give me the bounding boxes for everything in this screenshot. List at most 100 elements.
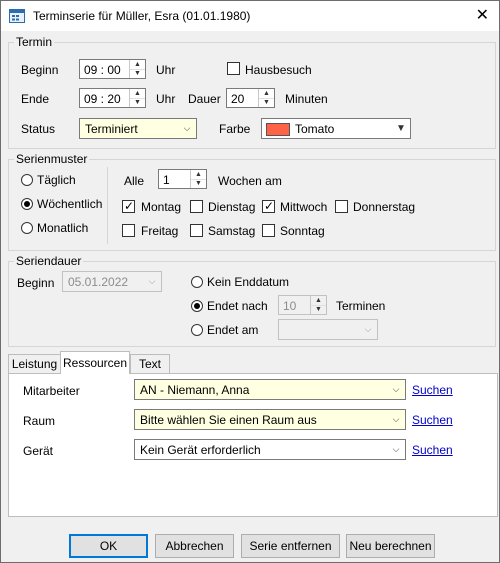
chevron-down-icon[interactable]: ▼ — [392, 119, 410, 138]
dienstag-checkbox[interactable] — [190, 200, 203, 213]
chevron-down-icon[interactable]: ⌵ — [359, 320, 377, 339]
chevron-down-icon[interactable]: ⌵ — [387, 440, 405, 459]
ende-unit: Uhr — [156, 92, 176, 106]
chevron-down-icon[interactable]: ⌵ — [143, 272, 161, 291]
spin-down-icon[interactable]: ▼ — [191, 179, 206, 188]
ok-button[interactable]: OK — [69, 534, 148, 558]
checkmark-icon: ✓ — [264, 199, 275, 213]
farbe-value: Tomato — [295, 122, 335, 136]
kein-enddatum-radio[interactable] — [191, 276, 203, 288]
status-value: Terminiert — [85, 122, 138, 136]
geraet-suchen-link[interactable]: Suchen — [412, 443, 453, 457]
status-label: Status — [21, 122, 56, 136]
beginn-unit: Uhr — [156, 63, 176, 77]
woechentlich-radio[interactable] — [21, 198, 33, 210]
freitag-label: Freitag — [141, 224, 179, 238]
seriendauer-legend: Seriendauer — [14, 254, 84, 268]
dauer-label: Dauer — [188, 92, 221, 106]
woechentlich-label: Wöchentlich — [37, 197, 103, 211]
farbe-swatch — [266, 123, 290, 136]
serie-entfernen-button[interactable]: Serie entfernen — [241, 534, 340, 558]
endet-nach-input[interactable]: 10 ▲ ▼ — [278, 295, 327, 315]
tab-text[interactable]: Text — [130, 354, 170, 374]
taeglich-label: Täglich — [37, 173, 76, 187]
ende-spinner[interactable]: ▲ ▼ — [129, 89, 145, 107]
monatlich-label: Monatlich — [37, 221, 89, 235]
dauer-input[interactable]: 20 ▲ ▼ — [226, 88, 275, 108]
seriendauer-beginn-date[interactable]: 05.01.2022 ⌵ — [62, 271, 162, 292]
title-bar: Terminserie für Müller, Esra (01.01.1980… — [1, 1, 499, 31]
taeglich-radio[interactable] — [21, 174, 33, 186]
alle-label: Alle — [124, 174, 145, 188]
chevron-down-icon[interactable]: ⌵ — [387, 380, 405, 399]
raum-select[interactable]: Bitte wählen Sie einen Raum aus ⌵ — [134, 409, 406, 430]
sonntag-checkbox[interactable] — [262, 224, 275, 237]
mitarbeiter-label: Mitarbeiter — [23, 384, 80, 398]
dauer-unit: Minuten — [285, 92, 328, 106]
samstag-checkbox[interactable] — [190, 224, 203, 237]
beginn-time-input[interactable]: 09 : 00 ▲ ▼ — [79, 59, 146, 79]
monatlich-radio[interactable] — [21, 222, 33, 234]
serienmuster-divider — [107, 167, 108, 244]
alle-input[interactable]: 1 ▲ ▼ — [158, 169, 207, 189]
ende-time-input[interactable]: 09 : 20 ▲ ▼ — [79, 88, 146, 108]
endet-nach-spinner[interactable]: ▲ ▼ — [310, 296, 326, 314]
geraet-label: Gerät — [23, 444, 54, 458]
mitarbeiter-select[interactable]: AN - Niemann, Anna ⌵ — [134, 379, 406, 400]
tab-ressourcen[interactable]: Ressourcen — [60, 351, 130, 374]
mitarbeiter-suchen-link[interactable]: Suchen — [412, 383, 453, 397]
beginn-spinner[interactable]: ▲ ▼ — [129, 60, 145, 78]
samstag-label: Samstag — [208, 224, 256, 238]
raum-suchen-link[interactable]: Suchen — [412, 413, 453, 427]
serienmuster-legend: Serienmuster — [14, 152, 90, 166]
donnerstag-label: Donnerstag — [353, 200, 416, 214]
sonntag-label: Sonntag — [280, 224, 325, 238]
endet-nach-radio[interactable] — [191, 300, 203, 312]
spin-down-icon[interactable]: ▼ — [311, 305, 326, 314]
endet-am-label: Endet am — [207, 323, 259, 337]
endet-am-radio[interactable] — [191, 324, 203, 336]
seriendauer-beginn-value: 05.01.2022 — [68, 275, 129, 289]
hausbesuch-checkbox[interactable] — [227, 62, 240, 75]
farbe-label: Farbe — [219, 122, 251, 136]
montag-checkbox[interactable]: ✓ — [122, 199, 135, 213]
dauer-spinner[interactable]: ▲ ▼ — [258, 89, 274, 107]
window-title: Terminserie für Müller, Esra (01.01.1980… — [33, 9, 251, 23]
endet-nach-value: 10 — [283, 299, 297, 313]
mittwoch-checkbox[interactable]: ✓ — [262, 199, 275, 213]
spin-down-icon[interactable]: ▼ — [130, 98, 145, 107]
spin-down-icon[interactable]: ▼ — [259, 98, 274, 107]
close-icon[interactable]: ✕ — [476, 5, 489, 25]
ende-label: Ende — [21, 92, 50, 106]
ende-time-value: 09 : 20 — [84, 92, 121, 106]
status-select[interactable]: Terminiert ⌵ — [79, 118, 197, 139]
wochen-am-label: Wochen am — [218, 174, 282, 188]
alle-value: 1 — [163, 173, 170, 187]
chevron-down-icon[interactable]: ⌵ — [387, 410, 405, 429]
alle-spinner[interactable]: ▲ ▼ — [190, 170, 206, 188]
hausbesuch-label: Hausbesuch — [245, 63, 312, 77]
neu-berechnen-button[interactable]: Neu berechnen — [346, 534, 435, 558]
raum-label: Raum — [23, 414, 56, 428]
checkmark-icon: ✓ — [124, 199, 135, 213]
chevron-down-icon[interactable]: ⌵ — [178, 119, 196, 138]
dauer-value: 20 — [231, 92, 245, 106]
abbrechen-button[interactable]: Abbrechen — [155, 534, 234, 558]
raum-value: Bitte wählen Sie einen Raum aus — [140, 413, 317, 427]
geraet-select[interactable]: Kein Gerät erforderlich ⌵ — [134, 439, 406, 460]
calendar-icon — [9, 9, 25, 23]
beginn-label: Beginn — [21, 63, 59, 77]
mittwoch-label: Mittwoch — [280, 200, 328, 214]
freitag-checkbox[interactable] — [122, 224, 135, 237]
farbe-select[interactable]: Tomato ▼ — [261, 118, 411, 139]
mitarbeiter-value: AN - Niemann, Anna — [140, 383, 250, 397]
spin-down-icon[interactable]: ▼ — [130, 69, 145, 78]
endet-nach-label: Endet nach — [207, 299, 268, 313]
montag-label: Montag — [141, 200, 182, 214]
seriendauer-beginn-label: Beginn — [17, 276, 55, 290]
endet-am-date[interactable]: ⌵ — [278, 319, 378, 340]
donnerstag-checkbox[interactable] — [335, 200, 348, 213]
termin-legend: Termin — [14, 35, 55, 49]
beginn-time-value: 09 : 00 — [84, 63, 121, 77]
tab-leistung[interactable]: Leistung — [8, 354, 61, 374]
